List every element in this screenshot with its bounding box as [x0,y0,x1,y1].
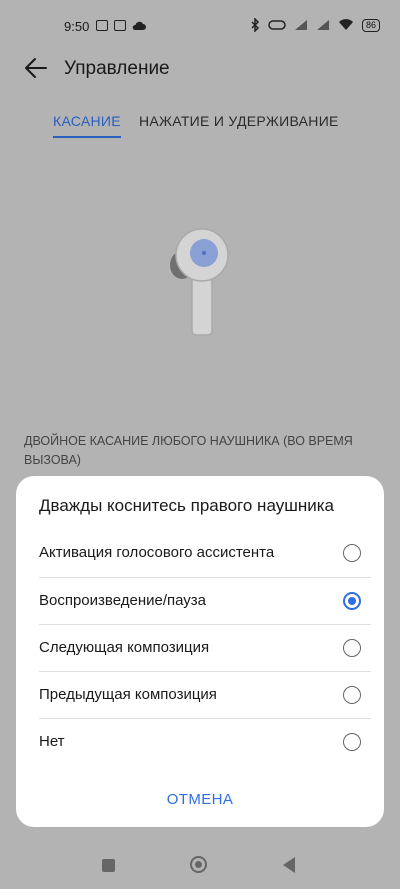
back-icon[interactable] [283,857,295,873]
navigation-bar [0,845,400,889]
option-label: Воспроизведение/пауза [39,592,207,609]
option-play-pause[interactable]: Воспроизведение/пауза [39,578,361,624]
selection-dialog: Дважды коснитесь правого наушника Актива… [16,476,384,827]
radio-button[interactable] [343,686,361,704]
toolbar [0,52,400,108]
tab-touch[interactable]: КАСАНИЕ [53,113,121,138]
option-voice-assistant[interactable]: Активация голосового ассистента [39,530,361,576]
earbuds-status-icon [268,20,286,30]
cancel-button[interactable]: ОТМЕНА [16,791,384,808]
status-bar: 9:50 86 [0,0,400,52]
option-previous-track[interactable]: Предыдущая композиция [39,672,361,718]
radio-button[interactable] [343,639,361,657]
home-icon[interactable] [190,856,207,873]
message-icon [96,20,108,31]
status-time: 9:50 [64,19,90,34]
radio-button[interactable] [343,733,361,751]
status-icons: 86 [250,18,380,32]
section-label: ДВОЙНОЕ КАСАНИЕ ЛЮБОГО НАУШНИКА (ВО ВРЕМ… [24,434,353,467]
bluetooth-icon [251,18,260,32]
signal-icon-2 [316,20,329,30]
battery-icon: 86 [361,18,380,32]
page-title: Управление [64,58,170,79]
cloud-icon [132,21,146,30]
radio-button[interactable] [343,544,361,562]
back-arrow-icon[interactable] [24,56,48,80]
earbud-illustration [170,228,229,336]
tab-bar: КАСАНИЕ НАЖАТИЕ И УДЕРЖИВАНИЕ [0,110,400,140]
option-none[interactable]: Нет [39,719,361,765]
radio-button-selected[interactable] [343,592,361,610]
recents-icon[interactable] [102,859,115,872]
app-notification-icon [114,20,126,31]
signal-icon [294,20,307,30]
option-label: Нет [39,733,65,750]
wifi-icon [338,19,353,30]
option-label: Активация голосового ассистента [39,544,275,561]
option-label: Следующая композиция [39,639,210,656]
dialog-title: Дважды коснитесь правого наушника [39,496,334,515]
notification-icons [96,20,146,31]
option-next-track[interactable]: Следующая композиция [39,625,361,671]
option-label: Предыдущая композиция [39,686,217,703]
tab-press-and-hold[interactable]: НАЖАТИЕ И УДЕРЖИВАНИЕ [139,113,339,129]
